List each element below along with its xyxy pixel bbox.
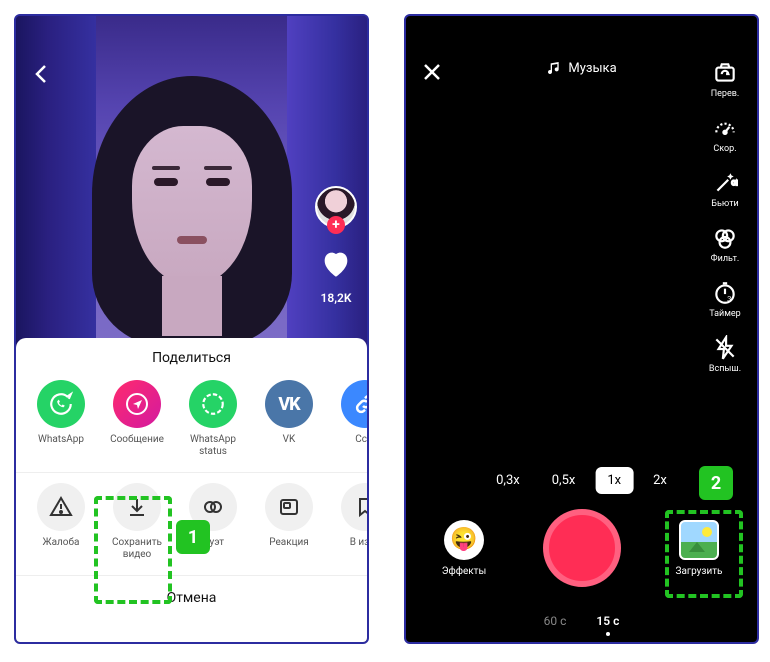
tool-timer[interactable]: 3 Таймер: [701, 280, 749, 319]
gallery-thumbnail-icon: [679, 520, 719, 560]
tool-label: Вспыш.: [709, 364, 741, 374]
magic-wand-icon: ON: [712, 170, 738, 196]
share-label: VK: [283, 434, 296, 458]
share-label: Сообщение: [110, 434, 164, 458]
action-favorite[interactable]: В избр: [334, 483, 367, 561]
share-label: WhatsApp status: [182, 434, 244, 458]
sheet-divider: [16, 472, 367, 473]
tool-label: Бьюти: [711, 199, 738, 209]
svg-text:ON: ON: [732, 179, 739, 187]
zoom-selector: 0,3x 0,5x 1x 2x: [484, 467, 679, 494]
left-phone-share-screen: + 18,2K Поделиться WhatsApp Сообщение: [14, 14, 369, 644]
action-save-video[interactable]: Сохранить видео: [106, 483, 168, 561]
share-message[interactable]: Сообщение: [106, 380, 168, 458]
share-whatsapp-status[interactable]: WhatsApp status: [182, 380, 244, 458]
speedometer-icon: [712, 115, 738, 141]
download-icon: [113, 483, 161, 531]
bookmark-icon: [341, 483, 367, 531]
video-right-actions: + 18,2K: [315, 186, 357, 305]
share-whatsapp[interactable]: WhatsApp: [30, 380, 92, 458]
zoom-option-0.5x[interactable]: 0,5x: [540, 467, 588, 494]
link-icon: [341, 380, 367, 428]
like-count: 18,2K: [321, 291, 352, 305]
tool-beauty[interactable]: ON Бьюти: [701, 170, 749, 209]
author-avatar[interactable]: +: [315, 186, 357, 228]
effects-emoji-icon: 😜: [444, 520, 484, 560]
whatsapp-status-icon: [189, 380, 237, 428]
vk-icon: VK: [265, 380, 313, 428]
share-label: Реакция: [269, 537, 309, 561]
music-note-icon: [546, 60, 562, 76]
action-report[interactable]: Жалоба: [30, 483, 92, 561]
upload-label: Загрузить: [676, 566, 723, 577]
tool-flash[interactable]: Вспыш.: [701, 335, 749, 374]
tool-label: Перев.: [711, 89, 740, 99]
tool-flip[interactable]: Перев.: [701, 60, 749, 99]
tool-speed[interactable]: Скор.: [701, 115, 749, 154]
tutorial-step-badge-1: 1: [176, 520, 210, 554]
tool-label: Фильт.: [711, 254, 740, 264]
paper-plane-icon: [113, 380, 161, 428]
share-label: В избр: [350, 537, 367, 561]
zoom-option-2x[interactable]: 2x: [641, 467, 679, 494]
upload-button[interactable]: Загрузить: [669, 520, 729, 577]
duration-selector: 60 с 15 с: [406, 614, 757, 628]
effects-label: Эффекты: [442, 566, 487, 577]
filters-icon: [712, 225, 738, 251]
share-label: Сохранить видео: [106, 537, 168, 561]
share-sheet-title: Поделиться: [16, 350, 367, 366]
reaction-icon: [265, 483, 313, 531]
duration-60s[interactable]: 60 с: [544, 614, 567, 628]
effects-button[interactable]: 😜 Эффекты: [434, 520, 494, 577]
action-react[interactable]: Реакция: [258, 483, 320, 561]
camera-side-tools: Перев. Скор. ON Бьюти Фильт. 3 Таймер Вс…: [701, 60, 749, 374]
timer-icon: 3: [712, 280, 738, 306]
zoom-option-1x[interactable]: 1x: [595, 467, 633, 494]
share-label: WhatsApp: [38, 434, 84, 458]
record-controls: 😜 Эффекты Загрузить: [406, 509, 757, 587]
music-label: Музыка: [568, 61, 616, 76]
share-label: Ссы: [355, 434, 367, 458]
warning-triangle-icon: [37, 483, 85, 531]
like-heart-icon[interactable]: [319, 247, 353, 281]
right-phone-camera-screen: Музыка Перев. Скор. ON Бьюти Фильт. 3 Та…: [404, 14, 759, 644]
share-sheet: Поделиться WhatsApp Сообщение WhatsApp s…: [16, 338, 367, 642]
tool-label: Скор.: [713, 144, 736, 154]
tool-label: Таймер: [709, 309, 740, 319]
flash-off-icon: [712, 335, 738, 361]
duration-15s[interactable]: 15 с: [596, 614, 619, 628]
share-row-social: WhatsApp Сообщение WhatsApp status VK VK: [16, 380, 367, 458]
cancel-button[interactable]: Отмена: [16, 575, 367, 620]
follow-plus-icon[interactable]: +: [327, 216, 345, 234]
flip-camera-icon: [712, 60, 738, 86]
svg-text:3: 3: [727, 295, 731, 304]
person-face: [82, 76, 302, 356]
tutorial-step-badge-2: 2: [699, 466, 733, 500]
tool-filters[interactable]: Фильт.: [701, 225, 749, 264]
whatsapp-icon: [37, 380, 85, 428]
zoom-option-0.3x[interactable]: 0,3x: [484, 467, 532, 494]
back-chevron-icon[interactable]: [30, 62, 54, 86]
share-label: Жалоба: [43, 537, 80, 561]
record-button[interactable]: [543, 509, 621, 587]
share-vk[interactable]: VK VK: [258, 380, 320, 458]
share-link[interactable]: Ссы: [334, 380, 367, 458]
